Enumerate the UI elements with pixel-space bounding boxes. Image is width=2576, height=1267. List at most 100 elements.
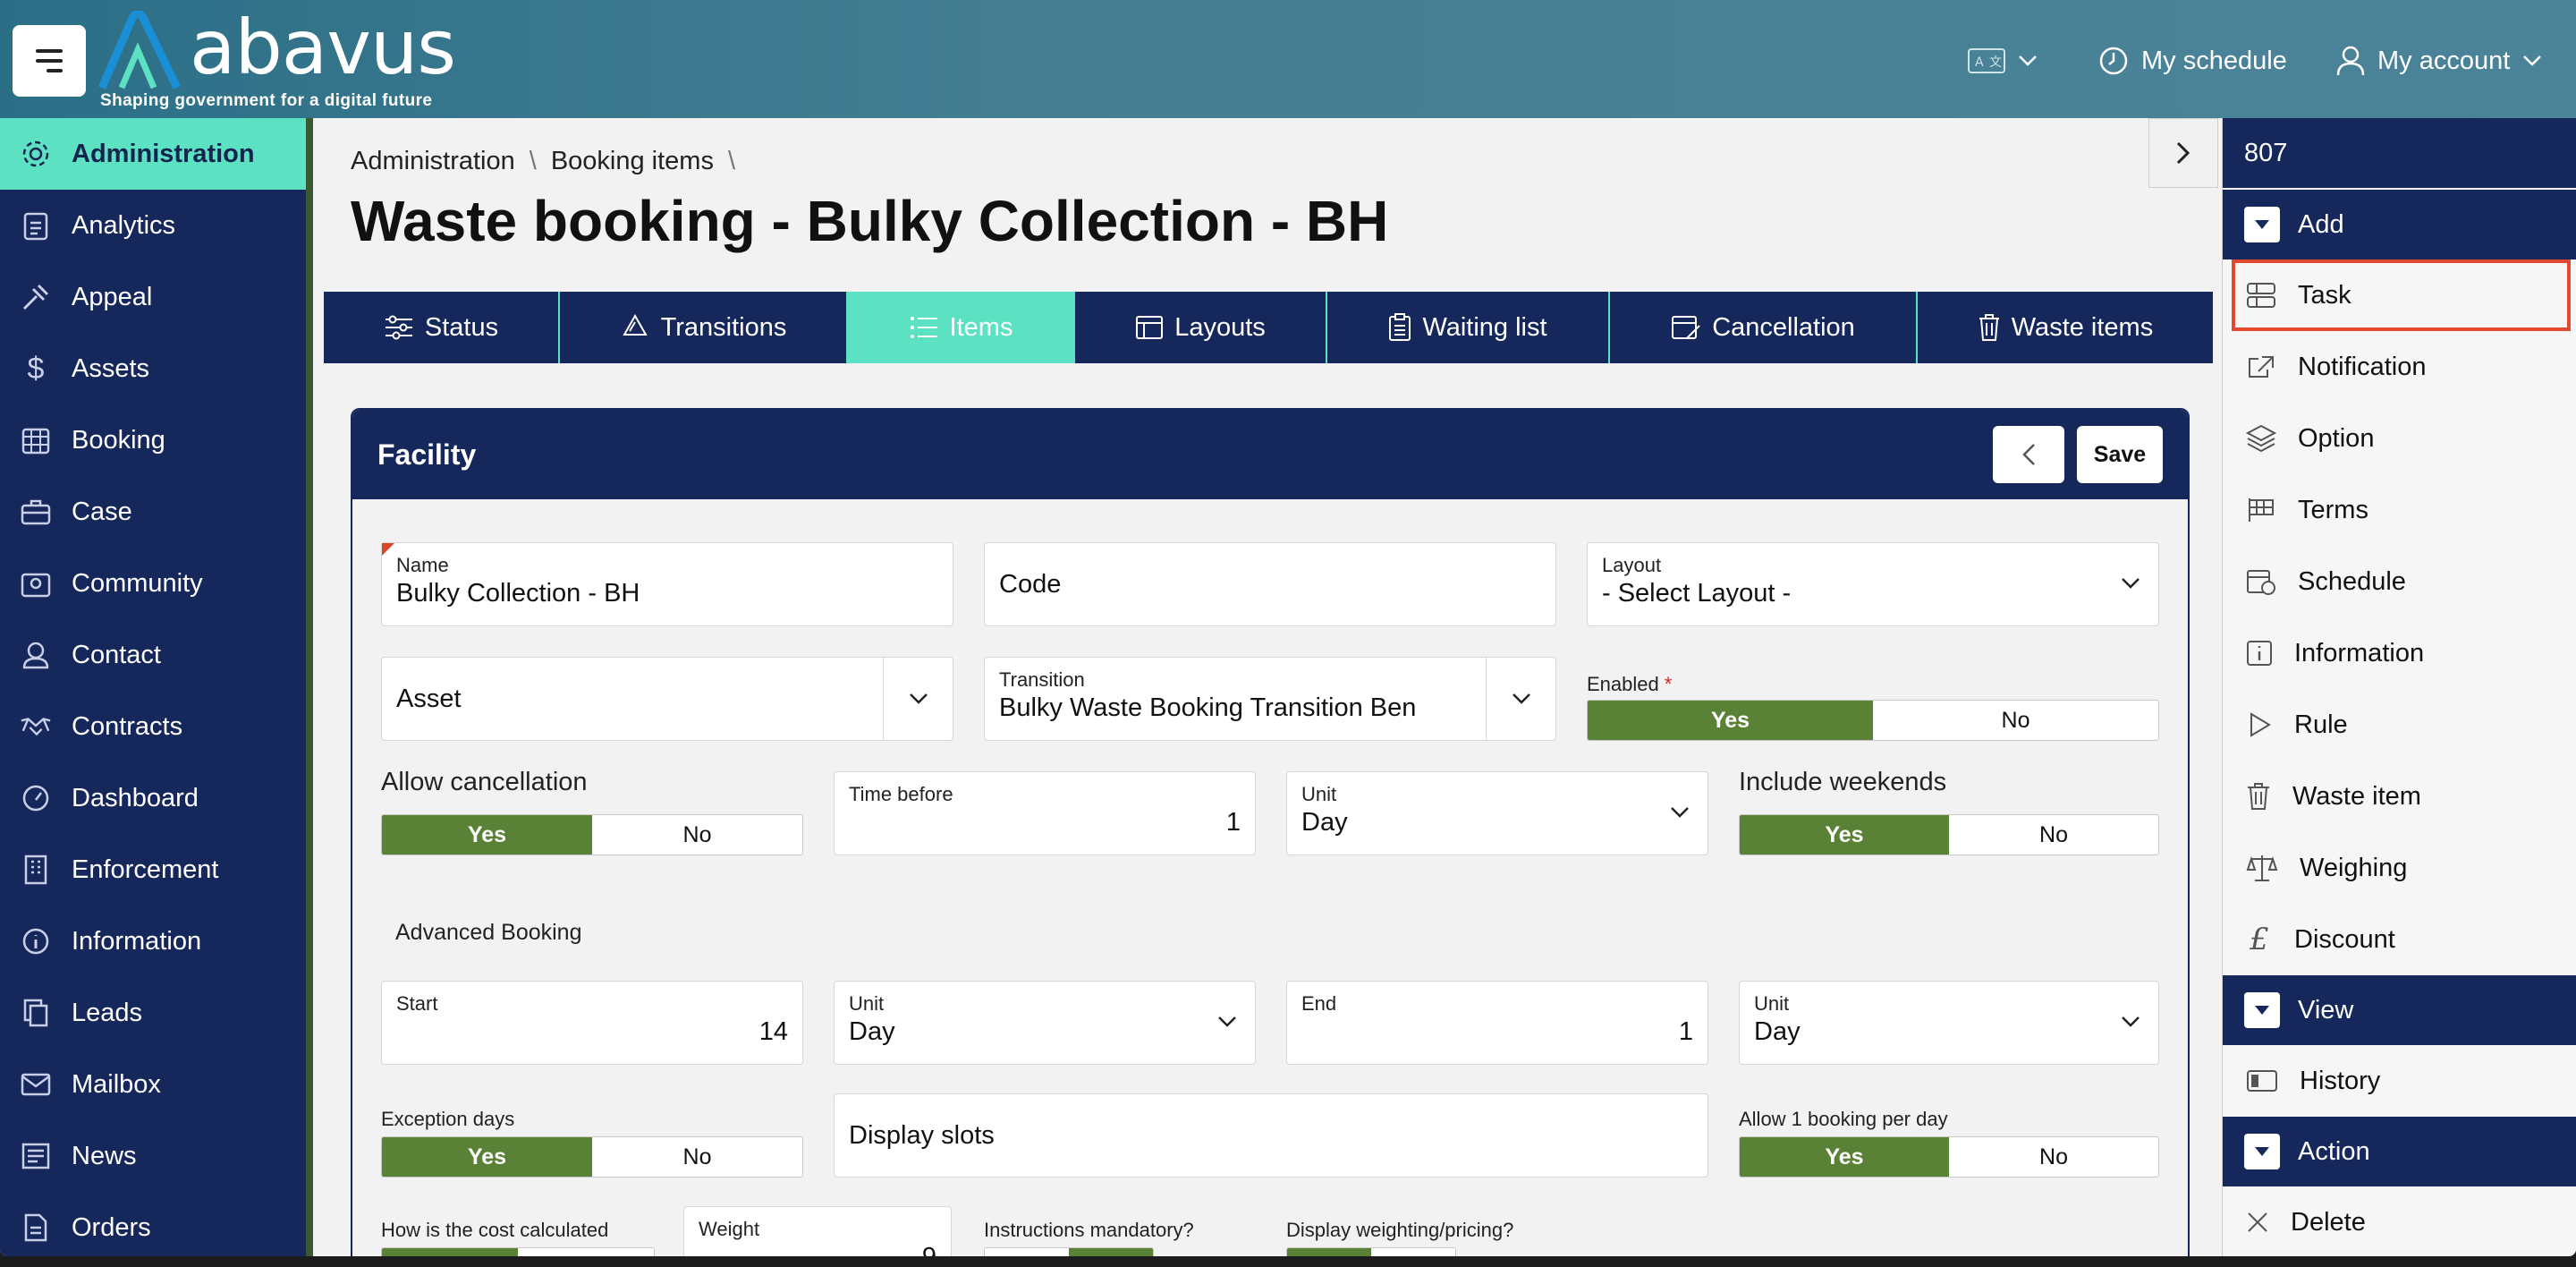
- app-window: abavus Shaping government for a digital …: [0, 0, 2576, 1256]
- my-schedule-link[interactable]: My schedule: [2098, 36, 2287, 86]
- allow-cancellation-no-option[interactable]: No: [592, 815, 802, 855]
- name-field[interactable]: Name Bulky Collection - BH: [381, 542, 953, 626]
- sidebar-item-enforcement[interactable]: Enforcement: [0, 834, 306, 906]
- transition-select[interactable]: Transition Bulky Waste Booking Transitio…: [984, 657, 1556, 741]
- sidebar-item-booking[interactable]: Booking: [0, 404, 306, 476]
- tab-waste-items[interactable]: Waste items: [1918, 292, 2213, 363]
- include-weekends-no-option[interactable]: No: [1949, 815, 2158, 855]
- sidebar-item-orders[interactable]: Orders: [0, 1192, 306, 1256]
- display-weighting-no-option[interactable]: No: [1371, 1248, 1455, 1257]
- handshake-icon: [20, 710, 52, 743]
- add-notification-item[interactable]: Notification: [2223, 331, 2576, 403]
- include-weekends-yes-option[interactable]: Yes: [1740, 815, 1949, 855]
- gear-icon: [20, 138, 52, 170]
- start-field[interactable]: Start 14: [381, 981, 803, 1065]
- my-account-menu[interactable]: My account: [2336, 36, 2542, 86]
- tab-layouts[interactable]: Layouts: [1075, 292, 1327, 363]
- menu-line: [36, 49, 63, 53]
- add-item-label: Notification: [2298, 352, 2427, 381]
- sidebar-item-mailbox[interactable]: Mailbox: [0, 1049, 306, 1120]
- code-field[interactable]: Code: [984, 542, 1556, 626]
- sidebar-item-news[interactable]: News: [0, 1120, 306, 1192]
- hamburger-menu-button[interactable]: [13, 25, 86, 97]
- svg-text:文: 文: [1989, 55, 2002, 70]
- sidebar-item-dashboard[interactable]: Dashboard: [0, 762, 306, 834]
- display-slots-field[interactable]: Display slots: [834, 1093, 1708, 1178]
- weight-field[interactable]: Weight 9: [683, 1206, 952, 1256]
- end-value: 1: [1678, 1017, 1693, 1046]
- tab-label: Transitions: [660, 312, 787, 342]
- abavus-logo[interactable]: abavus Shaping government for a digital …: [97, 4, 472, 115]
- save-button[interactable]: Save: [2077, 426, 2163, 483]
- breadcrumb-separator: \: [727, 147, 736, 175]
- language-selector[interactable]: A 文: [1968, 36, 2038, 86]
- briefcase-icon: [20, 496, 52, 528]
- caret-down-icon: [2244, 1134, 2280, 1169]
- svg-text:A: A: [1975, 55, 1984, 70]
- tab-waiting-list[interactable]: Waiting list: [1327, 292, 1610, 363]
- page-title: Waste booking - Bulky Collection - BH: [351, 189, 1389, 253]
- action-section-header[interactable]: Action: [2223, 1117, 2576, 1186]
- sidebar-item-leads[interactable]: Leads: [0, 977, 306, 1049]
- tab-label: Status: [424, 312, 499, 342]
- allow-one-booking-no-option[interactable]: No: [1949, 1137, 2158, 1177]
- add-section-header[interactable]: Add: [2223, 190, 2576, 259]
- allow-cancellation-yes-option[interactable]: Yes: [382, 815, 592, 855]
- sidebar-item-label: Booking: [72, 425, 165, 455]
- exception-days-yes-option[interactable]: Yes: [382, 1137, 592, 1177]
- unit-select-start[interactable]: Unit Day: [834, 981, 1256, 1065]
- breadcrumb-item-booking-items[interactable]: Booking items: [551, 147, 714, 176]
- add-schedule-item[interactable]: Schedule: [2223, 546, 2576, 617]
- sidebar-item-contracts[interactable]: Contracts: [0, 691, 306, 762]
- add-waste-item-item[interactable]: Waste item: [2223, 761, 2576, 832]
- back-button[interactable]: [1993, 426, 2064, 483]
- add-rule-item[interactable]: Rule: [2223, 689, 2576, 761]
- tab-status[interactable]: Status: [324, 292, 560, 363]
- enabled-no-option[interactable]: No: [1873, 701, 2158, 740]
- transition-dropdown-button[interactable]: [1486, 658, 1555, 740]
- sidebar-item-administration[interactable]: Administration: [0, 118, 306, 190]
- breadcrumb-item-administration[interactable]: Administration: [351, 147, 515, 176]
- unit-select-cancellation[interactable]: Unit Day: [1286, 771, 1708, 855]
- unit-select-end[interactable]: Unit Day: [1739, 981, 2159, 1065]
- end-field[interactable]: End 1: [1286, 981, 1708, 1065]
- instructions-mandatory-yes-option[interactable]: Yes: [985, 1248, 1069, 1257]
- asset-select[interactable]: Asset: [381, 657, 953, 741]
- exception-days-no-option[interactable]: No: [592, 1137, 802, 1177]
- allow-cancellation-toggle: Yes No: [381, 814, 803, 855]
- chevron-left-icon: [2022, 444, 2035, 465]
- sidebar-item-label: Mailbox: [72, 1069, 161, 1099]
- time-before-field[interactable]: Time before 1: [834, 771, 1256, 855]
- cost-calc-weighting-option[interactable]: Weighting: [382, 1248, 518, 1256]
- layout-select[interactable]: Layout - Select Layout -: [1587, 542, 2159, 626]
- add-option-item[interactable]: Option: [2223, 403, 2576, 474]
- sidebar-item-case[interactable]: Case: [0, 476, 306, 548]
- sidebar-item-community[interactable]: Community: [0, 548, 306, 619]
- asset-dropdown-button[interactable]: [883, 658, 953, 740]
- tab-items[interactable]: Items: [848, 292, 1075, 363]
- sidebar-item-appeal[interactable]: Appeal: [0, 261, 306, 333]
- enabled-yes-option[interactable]: Yes: [1588, 701, 1873, 740]
- sidebar-item-contact[interactable]: Contact: [0, 619, 306, 691]
- pound-icon: £: [2250, 922, 2269, 957]
- add-information-item[interactable]: Information: [2223, 617, 2576, 689]
- add-task-item[interactable]: Task: [2232, 259, 2571, 331]
- add-weighing-item[interactable]: Weighing: [2223, 832, 2576, 904]
- cost-calc-item-option[interactable]: Item: [518, 1248, 654, 1257]
- add-terms-item[interactable]: Terms: [2223, 474, 2576, 546]
- allow-one-booking-yes-option[interactable]: Yes: [1740, 1137, 1949, 1177]
- view-history-item[interactable]: History: [2223, 1045, 2576, 1117]
- sidebar-item-information[interactable]: Information: [0, 906, 306, 977]
- unit-value: Day: [1301, 808, 1348, 837]
- expand-panel-button[interactable]: [2148, 118, 2218, 188]
- instructions-mandatory-no-option[interactable]: No: [1069, 1248, 1153, 1256]
- sidebar-item-analytics[interactable]: Analytics: [0, 190, 306, 261]
- tab-cancellation[interactable]: Cancellation: [1610, 292, 1918, 363]
- action-delete-item[interactable]: Delete: [2223, 1186, 2576, 1256]
- sidebar-item-assets[interactable]: $ Assets: [0, 333, 306, 404]
- display-weighting-yes-option[interactable]: Yes: [1287, 1248, 1371, 1256]
- tab-transitions[interactable]: Transitions: [560, 292, 848, 363]
- unit-value: Day: [849, 1017, 895, 1046]
- view-section-header[interactable]: View: [2223, 975, 2576, 1045]
- add-discount-item[interactable]: £ Discount: [2223, 904, 2576, 975]
